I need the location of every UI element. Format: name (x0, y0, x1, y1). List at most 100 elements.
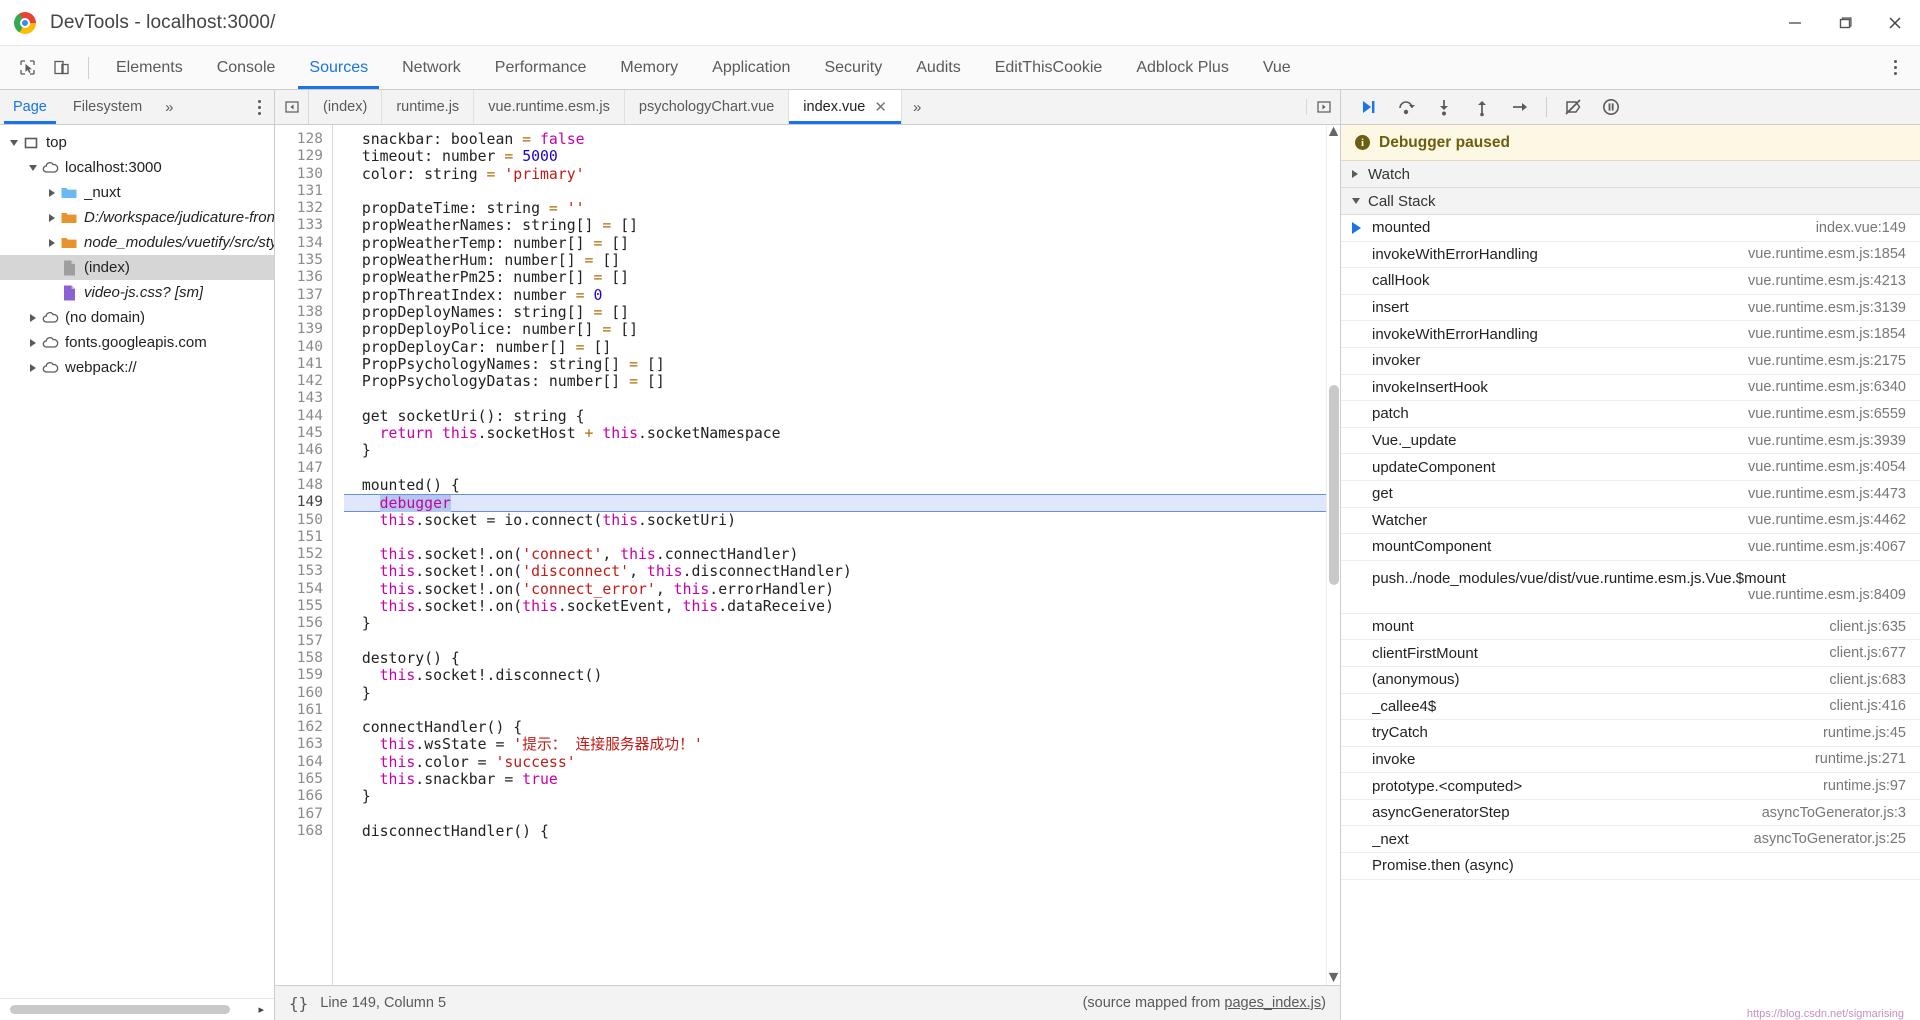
line-number[interactable]: 134 (275, 235, 323, 252)
call-stack-frame-location[interactable]: vue.runtime.esm.js:4213 (1748, 273, 1906, 289)
code-line[interactable]: this.socket!.on(this.socketEvent, this.d… (344, 598, 1326, 615)
chevron-right-icon[interactable] (44, 180, 59, 205)
code-line[interactable]: propDeployNames: string[] = [] (344, 304, 1326, 321)
line-number[interactable]: 167 (275, 806, 323, 823)
call-stack-frame[interactable]: invokeWithErrorHandling vue.runtime.esm.j… (1341, 321, 1920, 348)
code-line[interactable] (344, 529, 1326, 546)
show-debugger-icon[interactable] (1306, 99, 1340, 115)
scroll-right-arrow-icon[interactable]: ▸ (258, 1003, 264, 1016)
tab-vue[interactable]: Vue (1246, 46, 1308, 89)
line-number[interactable]: 144 (275, 408, 323, 425)
scrollbar-thumb[interactable] (10, 1005, 230, 1014)
scrollbar-thumb[interactable] (1329, 385, 1339, 585)
call-stack-frame-location[interactable]: vue.runtime.esm.js:4054 (1748, 459, 1906, 475)
line-number[interactable]: 151 (275, 529, 323, 546)
call-stack-frame-location[interactable]: vue.runtime.esm.js:8409 (1352, 587, 1906, 603)
line-number[interactable]: 137 (275, 287, 323, 304)
call-stack-frame[interactable]: prototype.<computed> runtime.js:97 (1341, 773, 1920, 800)
devtools-menu-icon[interactable] (1878, 51, 1912, 85)
code-line[interactable]: propThreatIndex: number = 0 (344, 287, 1326, 304)
nav-tab-filesystem[interactable]: Filesystem (60, 90, 155, 124)
code-line[interactable]: propWeatherPm25: number[] = [] (344, 269, 1326, 286)
call-stack-frame[interactable]: invokeWithErrorHandling vue.runtime.esm.j… (1341, 242, 1920, 269)
chevron-right-icon[interactable] (44, 205, 59, 230)
resume-script-icon[interactable] (1349, 90, 1387, 125)
line-number[interactable]: 139 (275, 321, 323, 338)
chevron-right-icon[interactable] (25, 305, 40, 330)
tab-editthiscookie[interactable]: EditThisCookie (978, 46, 1120, 89)
file-tree-node[interactable]: _nuxt (0, 180, 274, 205)
call-stack-frame-location[interactable]: vue.runtime.esm.js:3139 (1748, 300, 1906, 316)
line-number[interactable]: 156 (275, 615, 323, 632)
scroll-down-arrow-icon[interactable]: ▼ (1326, 969, 1340, 985)
code-line[interactable]: color: string = 'primary' (344, 166, 1326, 183)
call-stack-frame[interactable]: asyncGeneratorStep asyncToGenerator.js:3 (1341, 800, 1920, 827)
call-stack-frame-location[interactable]: runtime.js:97 (1823, 778, 1906, 794)
code-line[interactable]: this.snackbar = true (344, 771, 1326, 788)
call-stack-frame[interactable]: insert vue.runtime.esm.js:3139 (1341, 295, 1920, 322)
code-line[interactable] (344, 702, 1326, 719)
call-stack-frame-location[interactable]: vue.runtime.esm.js:4067 (1748, 539, 1906, 555)
tab-audits[interactable]: Audits (899, 46, 977, 89)
call-stack-frame-location[interactable]: vue.runtime.esm.js:2175 (1748, 353, 1906, 369)
line-number[interactable]: 154 (275, 581, 323, 598)
line-number[interactable]: 158 (275, 650, 323, 667)
code-line[interactable]: snackbar: boolean = false (344, 131, 1326, 148)
line-number[interactable]: 129 (275, 148, 323, 165)
close-tab-icon[interactable]: ✕ (874, 100, 887, 115)
code-line[interactable] (344, 460, 1326, 477)
line-number[interactable]: 128 (275, 131, 323, 148)
file-tree-node[interactable]: node_modules/vuetify/src/stylu (0, 230, 274, 255)
code-line[interactable]: disconnectHandler() { (344, 823, 1326, 840)
close-icon[interactable] (1870, 0, 1920, 46)
editor-more-tabs-icon[interactable]: » (902, 90, 932, 124)
code-line[interactable]: this.socket!.on('connect_error', this.er… (344, 581, 1326, 598)
file-tree-node[interactable]: video-js.css? [sm] (0, 280, 274, 305)
source-map-link[interactable]: pages_index.js (1224, 995, 1321, 1011)
code-content[interactable]: snackbar: boolean = false timeout: numbe… (333, 125, 1326, 985)
editor-tab-index[interactable]: (index) (309, 90, 383, 124)
call-stack-frame[interactable]: invoker vue.runtime.esm.js:2175 (1341, 348, 1920, 375)
line-number[interactable]: 164 (275, 754, 323, 771)
scroll-up-arrow-icon[interactable]: ▲ (1326, 125, 1340, 140)
line-number[interactable]: 138 (275, 304, 323, 321)
chevron-right-icon[interactable] (25, 355, 40, 380)
nav-tab-page[interactable]: Page (0, 90, 60, 124)
code-line[interactable]: } (344, 442, 1326, 459)
pretty-print-icon[interactable]: {} (275, 994, 320, 1013)
editor-vertical-scrollbar[interactable]: ▲ ▼ (1326, 125, 1340, 985)
step-into-icon[interactable] (1425, 90, 1463, 125)
pause-on-exceptions-icon[interactable] (1592, 90, 1630, 125)
call-stack-frame[interactable]: Vue._update vue.runtime.esm.js:3939 (1341, 428, 1920, 455)
call-stack-frame[interactable]: clientFirstMount client.js:677 (1341, 640, 1920, 667)
call-stack-frame[interactable]: invoke runtime.js:271 (1341, 747, 1920, 774)
line-number[interactable]: 153 (275, 563, 323, 580)
code-line[interactable]: propWeatherTemp: number[] = [] (344, 235, 1326, 252)
tab-security[interactable]: Security (807, 46, 899, 89)
inspect-element-icon[interactable] (10, 51, 44, 85)
call-stack-frame[interactable]: get vue.runtime.esm.js:4473 (1341, 481, 1920, 508)
code-line[interactable] (344, 633, 1326, 650)
tab-adblock-plus[interactable]: Adblock Plus (1119, 46, 1246, 89)
code-line[interactable]: this.socket!.on('disconnect', this.disco… (344, 563, 1326, 580)
file-tree-node[interactable]: localhost:3000 (0, 155, 274, 180)
tab-application[interactable]: Application (695, 46, 807, 89)
chevron-right-icon[interactable] (44, 230, 59, 255)
call-stack-frame[interactable]: Promise.then (async) (1341, 853, 1920, 880)
file-tree-node[interactable]: top (0, 130, 274, 155)
code-line[interactable]: propWeatherHum: number[] = [] (344, 252, 1326, 269)
step-over-icon[interactable] (1387, 90, 1425, 125)
call-stack-frame[interactable]: _callee4$ client.js:416 (1341, 694, 1920, 721)
line-number[interactable]: 145 (275, 425, 323, 442)
step-icon[interactable] (1501, 90, 1539, 125)
code-line[interactable]: propDeployPolice: number[] = [] (344, 321, 1326, 338)
call-stack-frame-location[interactable]: runtime.js:45 (1823, 725, 1906, 741)
line-number[interactable]: 157 (275, 633, 323, 650)
call-stack-frame[interactable]: patch vue.runtime.esm.js:6559 (1341, 401, 1920, 428)
call-stack-frame-location[interactable]: client.js:677 (1829, 645, 1906, 661)
line-number[interactable]: 152 (275, 546, 323, 563)
line-number[interactable]: 161 (275, 702, 323, 719)
code-line-executing[interactable]: debugger (344, 494, 1326, 513)
code-line[interactable]: this.wsState = '提示： 连接服务器成功！' (344, 736, 1326, 753)
code-line[interactable] (344, 183, 1326, 200)
